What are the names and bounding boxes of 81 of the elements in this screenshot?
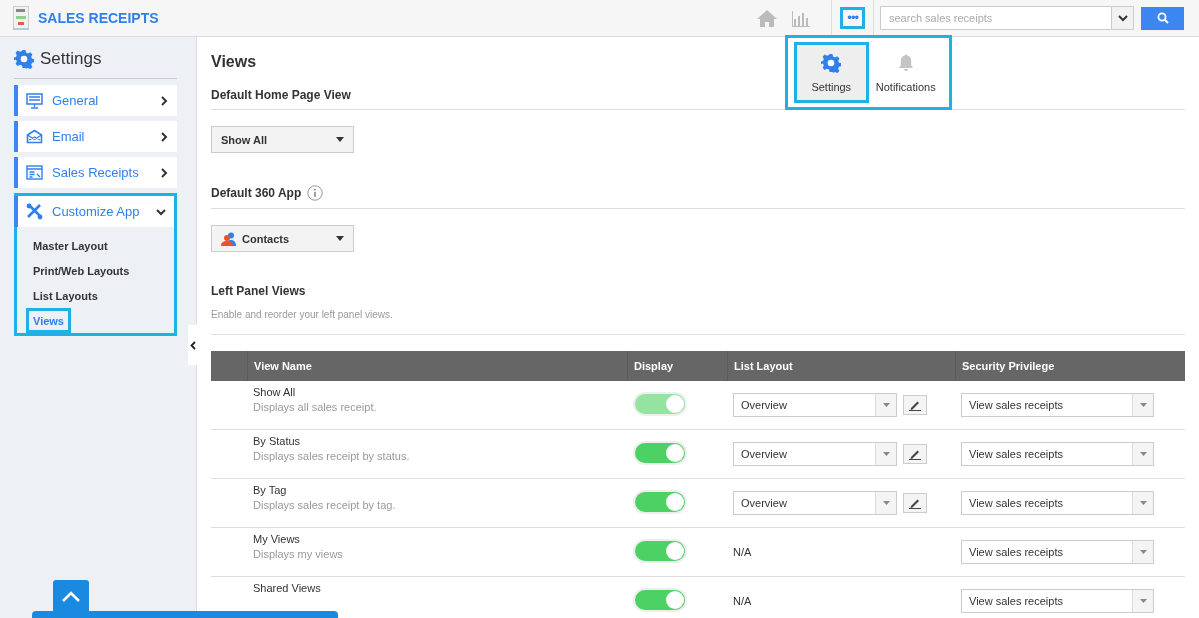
submenu-item[interactable]: Print/Web Layouts xyxy=(26,258,137,283)
submenu-item[interactable]: Master Layout xyxy=(26,233,115,258)
caret-down-icon xyxy=(1139,550,1147,554)
section-description: Enable and reorder your left panel views. xyxy=(211,309,1185,335)
view-description: Displays sales receipt by status. xyxy=(253,450,411,462)
caret-down-icon xyxy=(1139,403,1147,407)
edit-button[interactable] xyxy=(903,444,927,464)
edit-button[interactable] xyxy=(903,493,927,513)
info-icon xyxy=(307,185,324,201)
search-button[interactable] xyxy=(1141,6,1184,30)
select-field[interactable]: View sales receipts xyxy=(961,589,1154,613)
view-name: By Status xyxy=(253,435,302,447)
envelope-icon xyxy=(26,129,43,144)
chevron-up-icon xyxy=(61,591,81,603)
sidebar-item[interactable]: Sales Receipts xyxy=(14,157,177,188)
view-description: Displays my views xyxy=(253,548,344,560)
pencil-icon xyxy=(909,497,921,509)
toggle-switch[interactable] xyxy=(633,539,687,563)
pencil-icon xyxy=(909,399,921,411)
caret-down-icon xyxy=(336,137,344,142)
select-field[interactable]: Overview xyxy=(733,491,897,515)
caret-down-icon xyxy=(1139,452,1147,456)
column-header: View Name xyxy=(247,351,627,381)
chevron-left-icon xyxy=(190,340,196,350)
receipt-icon xyxy=(26,165,43,180)
search-icon xyxy=(1156,12,1169,24)
collapse-button[interactable] xyxy=(188,325,198,365)
sidebar-title: Settings xyxy=(40,49,102,69)
column-header: Security Privilege xyxy=(955,351,1185,381)
bar-chart-icon xyxy=(791,9,812,27)
scroll-up-button[interactable] xyxy=(53,580,89,614)
menu-item[interactable]: Notifications xyxy=(868,42,943,103)
list-layout-text: N/A xyxy=(733,546,752,558)
sidebar-item[interactable]: General xyxy=(14,85,177,116)
dropdown[interactable]: Contacts xyxy=(211,225,354,252)
view-description: Displays sales receipt by tag. xyxy=(253,499,397,511)
home-icon xyxy=(757,9,778,27)
select-field[interactable]: View sales receipts xyxy=(961,393,1154,417)
view-name: My Views xyxy=(253,533,301,545)
chevron-down-icon xyxy=(1117,14,1128,22)
select-field[interactable]: View sales receipts xyxy=(961,442,1154,466)
submenu-item[interactable]: List Layouts xyxy=(26,283,105,308)
caret-down-icon xyxy=(1139,501,1147,505)
caret-down-icon xyxy=(1139,599,1147,603)
settings-icon xyxy=(14,49,34,69)
edit-button[interactable] xyxy=(903,395,927,415)
caret-down-icon xyxy=(882,501,890,505)
gear-icon xyxy=(821,52,842,73)
list-layout-text: N/A xyxy=(733,595,752,607)
more-button[interactable]: ••• xyxy=(840,7,865,29)
toggle-switch[interactable] xyxy=(633,441,687,465)
column-header: Display xyxy=(627,351,727,381)
app-title: SALES RECEIPTS xyxy=(38,10,159,26)
select-field[interactable]: Overview xyxy=(733,442,897,466)
select-field[interactable]: View sales receipts xyxy=(961,491,1154,515)
sidebar-item[interactable]: Email xyxy=(14,121,177,152)
tools-icon xyxy=(26,203,43,220)
caret-down-icon xyxy=(882,403,890,407)
receipt-logo-icon xyxy=(13,6,29,30)
dropdown-button[interactable] xyxy=(1112,6,1134,30)
menu-item[interactable]: Settings xyxy=(794,42,869,103)
monitor-icon xyxy=(26,92,43,109)
section-heading: Left Panel Views xyxy=(211,284,307,298)
column-header: List Layout xyxy=(727,351,955,381)
view-name: Show All xyxy=(253,386,297,398)
search-field[interactable]: search sales receipts xyxy=(880,6,1112,30)
caret-down-icon xyxy=(882,452,890,456)
select-field[interactable]: Overview xyxy=(733,393,897,417)
toggle-switch[interactable] xyxy=(633,490,687,514)
sidebar-item[interactable]: Customize App xyxy=(14,196,174,227)
dropdown[interactable]: Show All xyxy=(211,126,354,153)
select-field[interactable]: View sales receipts xyxy=(961,540,1154,564)
page-title: Views xyxy=(211,53,257,70)
pencil-icon xyxy=(909,448,921,460)
view-name: By Tag xyxy=(253,484,288,496)
section-heading: Default 360 App xyxy=(211,186,302,200)
caret-down-icon xyxy=(336,236,344,241)
toggle-switch[interactable] xyxy=(633,588,687,612)
people-icon xyxy=(221,231,237,246)
view-description: Displays all sales receipt. xyxy=(253,401,378,413)
view-name: Shared Views xyxy=(253,582,322,594)
